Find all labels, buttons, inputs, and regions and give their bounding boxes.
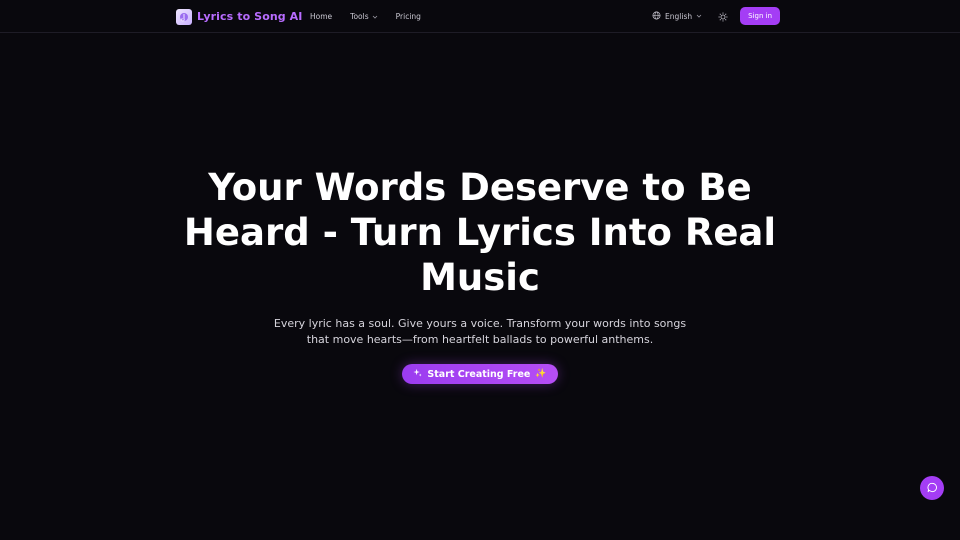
cta-label: Start Creating Free: [427, 368, 531, 380]
cta-emoji: ✨: [535, 369, 547, 379]
page: Lyrics to Song AI Home Tools Pricing Eng…: [0, 0, 960, 540]
nav-home[interactable]: Home: [310, 12, 332, 21]
sparkles-icon: [413, 368, 422, 380]
nav-tools-label: Tools: [350, 12, 369, 21]
brand-name: Lyrics to Song AI: [197, 10, 303, 23]
hero-subtitle: Every lyric has a soul. Give yours a voi…: [273, 317, 687, 346]
chat-widget-button[interactable]: [920, 476, 944, 500]
language-label: English: [665, 11, 693, 21]
hero-title: Your Words Deserve to Be Heard - Turn Ly…: [183, 166, 777, 299]
sun-icon: [718, 7, 728, 26]
header-actions: English Sign in: [652, 7, 780, 25]
sign-in-button[interactable]: Sign in: [740, 7, 780, 25]
chevron-down-icon: [696, 13, 702, 19]
nav-tools-dropdown[interactable]: Tools: [350, 12, 377, 21]
theme-toggle-button[interactable]: [718, 7, 728, 26]
chevron-down-icon: [372, 14, 378, 20]
nav-pricing[interactable]: Pricing: [396, 12, 421, 21]
chat-bubble-icon: [927, 481, 938, 496]
language-selector[interactable]: English: [652, 11, 702, 22]
app-logo-icon: [176, 8, 192, 25]
top-navbar: Lyrics to Song AI Home Tools Pricing Eng…: [0, 0, 960, 33]
main-nav: Home Tools Pricing: [310, 10, 421, 23]
globe-icon: [652, 11, 661, 22]
brand-link[interactable]: Lyrics to Song AI: [176, 8, 303, 25]
start-creating-button[interactable]: Start Creating Free ✨: [402, 364, 558, 384]
